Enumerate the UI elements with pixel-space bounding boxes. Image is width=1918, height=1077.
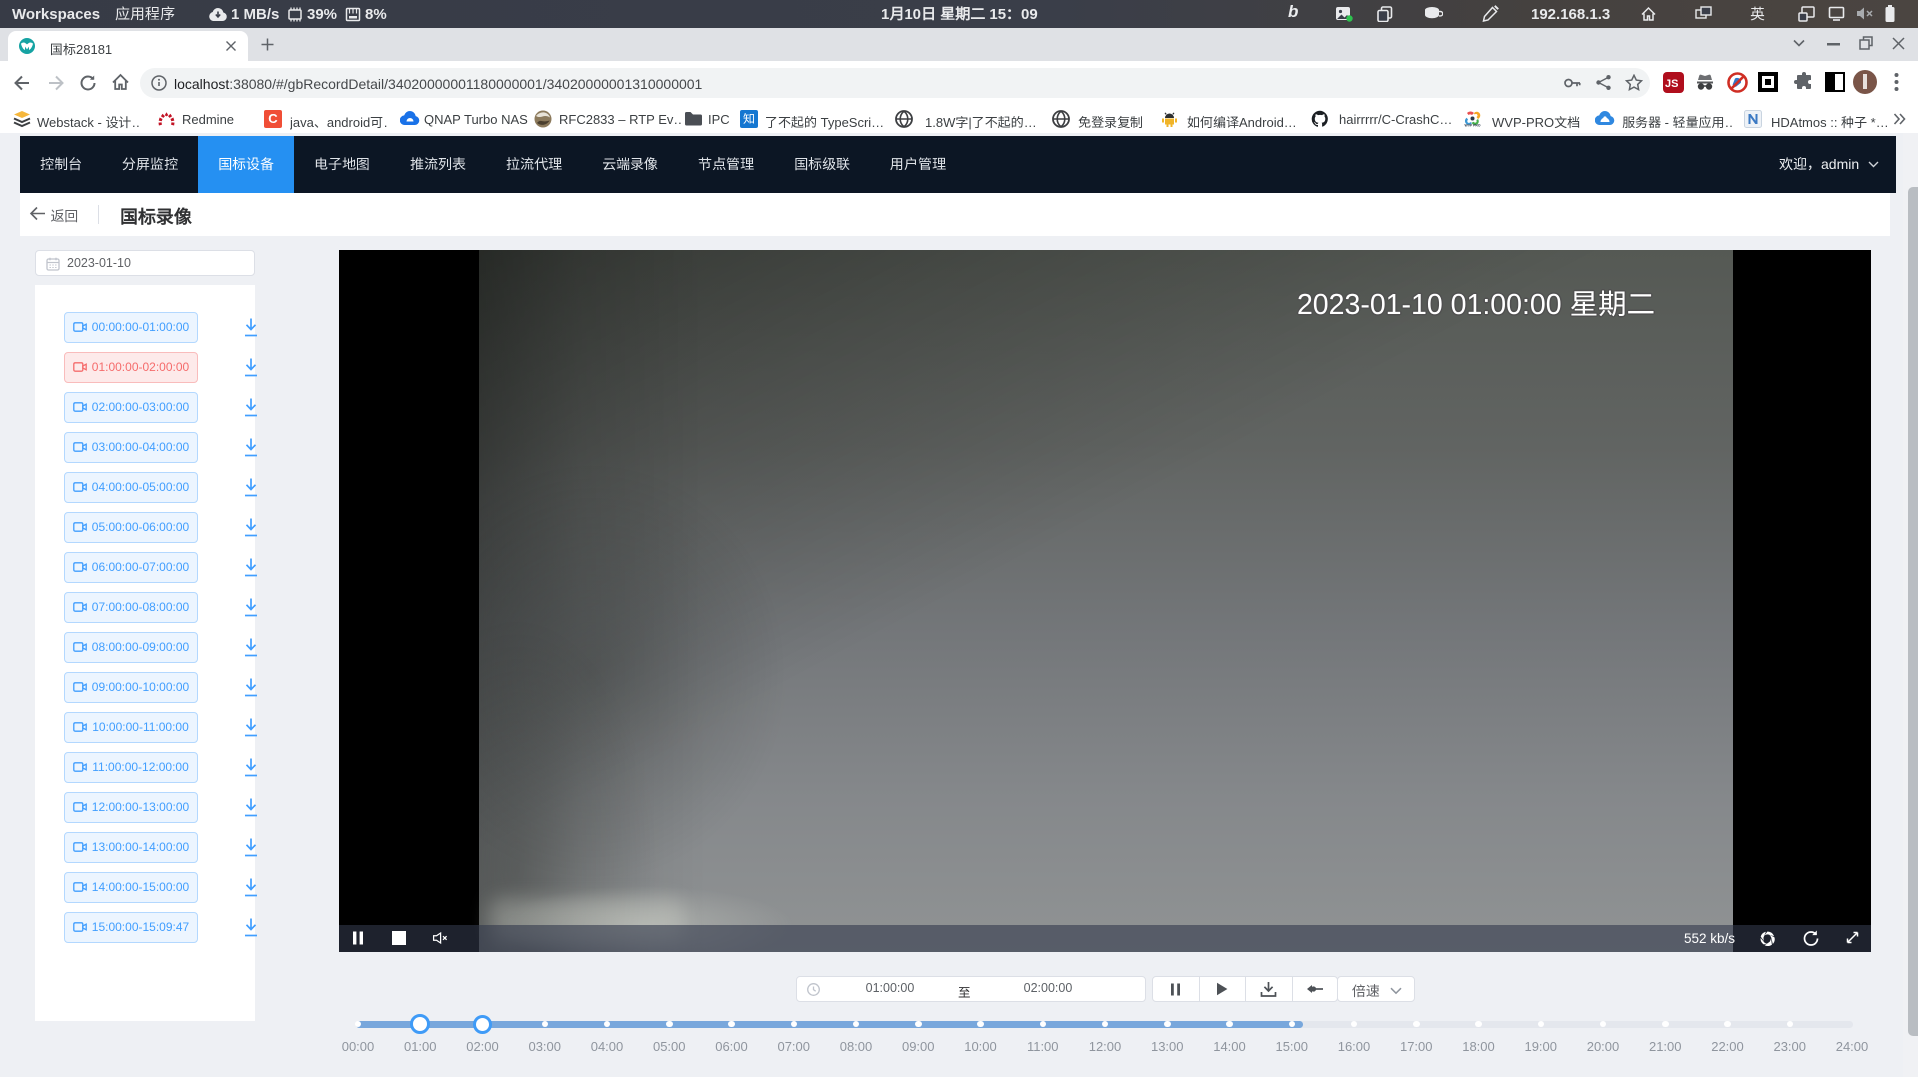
- svg-text:WVP PRO: WVP PRO: [1465, 124, 1481, 128]
